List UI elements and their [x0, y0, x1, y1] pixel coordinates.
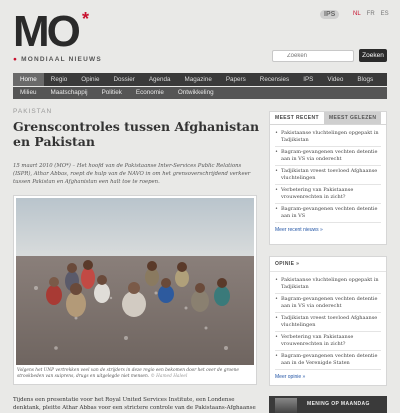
photo-credit: © Hamed Haleel: [150, 374, 188, 379]
news-tabs: MEEST RECENT MEEST GELEZEN: [270, 112, 386, 125]
opinion-of-day-label: MENING OP MAANDAG: [307, 401, 370, 407]
photo-caption: Volgens het UNP vertrekken veel van de s…: [17, 368, 255, 380]
nav-politiek[interactable]: Politiek: [95, 87, 129, 99]
nav-recensies[interactable]: Recensies: [253, 73, 296, 86]
nav-regio[interactable]: Regio: [44, 73, 74, 86]
list-item[interactable]: Bagram-gevangenen vechten detentie aan i…: [275, 204, 381, 223]
opinion-header[interactable]: OPINIE »: [270, 257, 386, 272]
nav-maatschappij[interactable]: Maatschappij: [43, 87, 94, 99]
primary-nav: Home Regio Opinie Dossier Agenda Magazin…: [13, 73, 387, 86]
site-logo[interactable]: MO * ● MONDIAAL NIEUWS: [13, 7, 101, 66]
nav-magazine[interactable]: Magazine: [178, 73, 219, 86]
list-item[interactable]: Tadjikistan vreest toevloed Afghaanse vl…: [275, 313, 381, 332]
logo-subtitle-text: MONDIAAL NIEUWS: [21, 56, 102, 63]
nav-ips[interactable]: IPS: [296, 73, 320, 86]
more-opinion-link[interactable]: Meer opinie »: [270, 370, 386, 384]
article-header: PAKISTAN Grenscontroles tussen Afghanist…: [13, 108, 260, 187]
nav-agenda[interactable]: Agenda: [142, 73, 178, 86]
logo-subtitle: ● MONDIAAL NIEUWS: [13, 56, 153, 63]
secondary-nav: Milieu Maatschappij Politiek Economie On…: [13, 87, 387, 99]
tab-meest-gelezen[interactable]: MEEST GELEZEN: [323, 112, 382, 124]
list-item[interactable]: Bagram-gevangenen vechten detentie aan i…: [275, 294, 381, 313]
nav-blogs[interactable]: Blogs: [350, 73, 380, 86]
recent-news-list: Pakistaanse vluchtelingen opgepakt in Ta…: [270, 125, 386, 223]
more-recent-link[interactable]: Meer recent nieuws »: [270, 223, 386, 237]
article-title: Grenscontroles tussen Afghanistan en Pak…: [13, 119, 260, 149]
list-item[interactable]: Verbetering van Pakistaanse vrouwenrecht…: [275, 185, 381, 204]
list-item[interactable]: Bagram-gevangenen vechten detentie aan i…: [275, 147, 381, 166]
logo-subtitle-dot: ●: [13, 56, 22, 63]
article-lead: 15 maart 2010 (MO*) – Het hoofd van de P…: [13, 163, 251, 186]
nav-milieu[interactable]: Milieu: [13, 87, 43, 99]
list-item[interactable]: Pakistaanse vluchtelingen opgepakt in Ta…: [275, 128, 381, 147]
list-item[interactable]: Bagram-gevangenen vechten detentie aan i…: [275, 351, 381, 370]
lang-nl[interactable]: NL: [353, 11, 361, 17]
lang-fr[interactable]: FR: [367, 11, 375, 17]
search-button[interactable]: Zoeken: [359, 49, 387, 62]
nav-dossier[interactable]: Dossier: [106, 73, 141, 86]
opinion-author-photo: [275, 398, 297, 413]
nav-ontwikkeling[interactable]: Ontwikkeling: [171, 87, 221, 99]
article-kicker[interactable]: PAKISTAN: [13, 108, 260, 115]
lang-es[interactable]: ES: [381, 11, 389, 17]
opinion-of-day-banner[interactable]: MENING OP MAANDAG: [269, 396, 387, 413]
nav-opinie[interactable]: Opinie: [74, 73, 106, 86]
article-body: Tijdens een presentatie voor het Royal U…: [13, 397, 256, 411]
list-item[interactable]: Verbetering van Pakistaanse vrouwenrecht…: [275, 332, 381, 351]
list-item[interactable]: Tadjikistan vreest toevloed Afghaanse vl…: [275, 166, 381, 185]
opinion-list: Pakistaanse vluchtelingen opgepakt in Ta…: [270, 272, 386, 370]
language-switcher: NL FR ES: [353, 11, 389, 17]
nav-papers[interactable]: Papers: [219, 73, 253, 86]
article-photo-frame: Volgens het UNP vertrekken veel van de s…: [13, 195, 257, 385]
search-input[interactable]: [272, 50, 354, 62]
nav-video[interactable]: Video: [320, 73, 350, 86]
news-tabs-box: MEEST RECENT MEEST GELEZEN Pakistaanse v…: [269, 111, 387, 245]
logo-star: *: [82, 9, 90, 29]
ips-partner-logo[interactable]: IPS: [320, 10, 340, 19]
article-photo: [16, 198, 254, 365]
photo-caption-text: Volgens het UNP vertrekken veel van de s…: [17, 368, 239, 379]
tab-meest-recent[interactable]: MEEST RECENT: [270, 112, 324, 124]
list-item[interactable]: Pakistaanse vluchtelingen opgepakt in Ta…: [275, 275, 381, 294]
logo-wordmark: MO: [13, 7, 81, 56]
nav-home[interactable]: Home: [13, 73, 44, 86]
opinion-box: OPINIE » Pakistaanse vluchtelingen opgep…: [269, 256, 387, 386]
nav-economie[interactable]: Economie: [129, 87, 171, 99]
